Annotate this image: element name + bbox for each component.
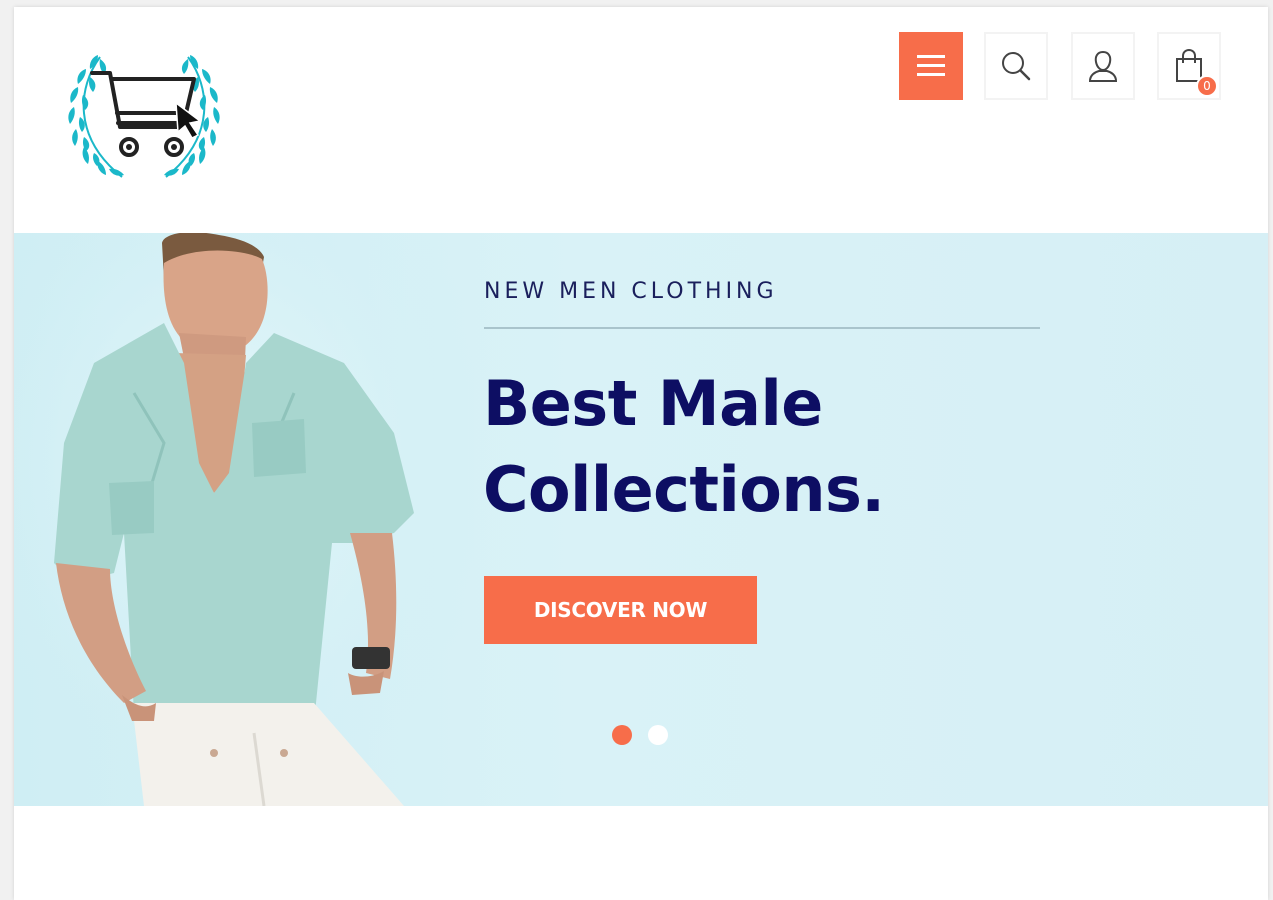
search-icon <box>1002 52 1031 81</box>
hamburger-icon <box>917 55 945 76</box>
cart-count-badge: 0 <box>1196 75 1218 97</box>
site-header: 0 <box>14 7 1268 233</box>
hero-slider: NEW MEN CLOTHING Best Male Collections. … <box>14 233 1268 806</box>
discover-now-button[interactable]: DISCOVER NOW <box>484 576 757 644</box>
cart-laurel-logo-icon <box>68 55 220 178</box>
content-area <box>14 806 1268 900</box>
hero-eyebrow: NEW MEN CLOTHING <box>484 279 778 304</box>
slider-dot-1[interactable] <box>612 725 632 745</box>
menu-button[interactable] <box>899 32 963 100</box>
hero-headline: Best Male Collections. <box>483 361 1083 533</box>
hero-divider <box>484 327 1040 329</box>
cart-button[interactable]: 0 <box>1157 32 1221 100</box>
hero-model-image <box>14 233 474 806</box>
account-button[interactable] <box>1071 32 1135 100</box>
slider-pagination <box>612 725 668 745</box>
hero-headline-line1: Best Male <box>483 367 823 440</box>
hero-headline-line2: Collections. <box>483 453 885 526</box>
user-icon <box>1088 50 1118 82</box>
slider-dot-2[interactable] <box>648 725 668 745</box>
page-frame: 0 NEW MEN CLOTHING Best Male Collections… <box>14 7 1268 900</box>
site-logo[interactable] <box>54 47 234 187</box>
search-button[interactable] <box>984 32 1048 100</box>
